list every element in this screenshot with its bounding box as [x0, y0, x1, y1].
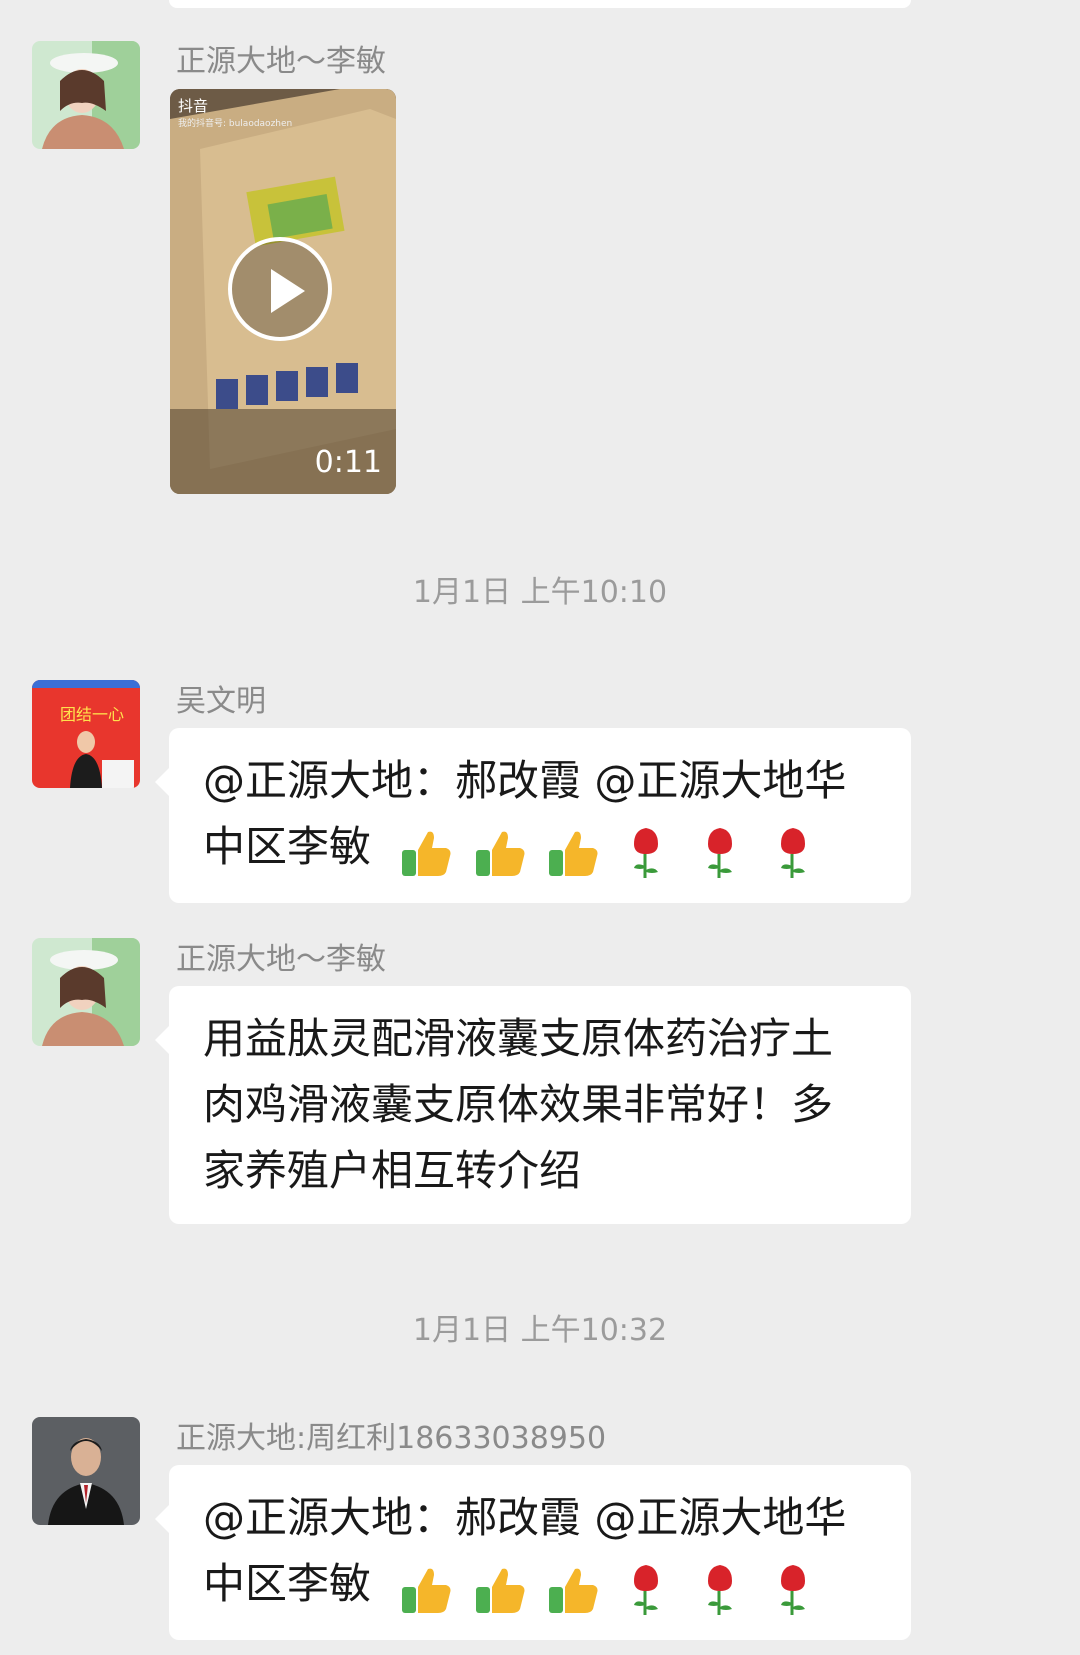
tiktok-account-text: 我的抖音号: bulaodaozhen [178, 119, 293, 129]
message-text-line: 肉鸡滑液囊支原体效果非常好！多 [203, 1080, 834, 1129]
message-bubble[interactable]: @正源大地：郝改霞 @正源大地华 中区李敏 [155, 728, 911, 903]
timestamp: 1月1日 上午10:32 [412, 1313, 668, 1348]
avatar-photo-icon [32, 41, 140, 149]
message-text-line: @正源大地：郝改霞 @正源大地华 [203, 1493, 847, 1542]
rose-icon [781, 828, 806, 878]
rose-icon [781, 1565, 806, 1615]
tiktok-logo-text: 抖音 [178, 97, 209, 115]
rose-icon [634, 828, 659, 878]
message-text-line: 中区李敏 [203, 822, 372, 871]
thumbs-up-icon [402, 1568, 451, 1613]
thumbs-up-icon [475, 831, 525, 876]
avatar-li-min[interactable] [32, 938, 140, 1046]
thumbs-up-icon [402, 831, 451, 876]
message-bubble[interactable]: 用益肽灵配滑液囊支原体药治疗土 肉鸡滑液囊支原体效果非常好！多 家养殖户相互转介… [155, 986, 911, 1224]
sender-name: 吴文明 [176, 684, 266, 719]
previous-message-bubble[interactable] [169, 0, 911, 8]
avatar-wu-wenming[interactable]: 团结一心 [32, 680, 140, 788]
sender-name: 正源大地～李敏 [176, 44, 386, 79]
thumbs-up-icon [549, 831, 598, 876]
emoji-row [398, 1554, 825, 1620]
thumbs-up-icon [475, 1568, 525, 1613]
message-text-line: 用益肽灵配滑液囊支原体药治疗土 [203, 1014, 834, 1063]
video-message[interactable]: 抖音 我的抖音号: bulaodaozhen 0:11 [170, 89, 396, 494]
avatar-photo-icon [32, 938, 140, 1046]
play-icon[interactable] [228, 237, 332, 341]
message-text-line: @正源大地：郝改霞 @正源大地华 [203, 756, 847, 805]
avatar-zhou-hongli[interactable] [32, 1417, 140, 1525]
avatar-photo-icon [32, 1417, 140, 1525]
video-duration: 0:11 [314, 445, 382, 480]
message-bubble[interactable]: @正源大地：郝改霞 @正源大地华 中区李敏 [155, 1465, 911, 1640]
rose-icon [707, 828, 732, 878]
message-text-line: 中区李敏 [203, 1559, 372, 1608]
sender-name: 正源大地～李敏 [176, 942, 386, 977]
sender-name: 正源大地:周红利18633038950 [176, 1421, 607, 1456]
rose-icon [634, 1565, 659, 1615]
thumbs-up-icon [549, 1568, 598, 1613]
avatar-banner-text: 团结一心 [60, 705, 124, 724]
message-text-line: 家养殖户相互转介绍 [203, 1146, 582, 1195]
rose-icon [707, 1565, 732, 1615]
timestamp: 1月1日 上午10:10 [412, 575, 668, 610]
avatar-li-min[interactable] [32, 41, 140, 149]
avatar-photo-icon: 团结一心 [32, 680, 140, 788]
emoji-row [398, 817, 825, 883]
